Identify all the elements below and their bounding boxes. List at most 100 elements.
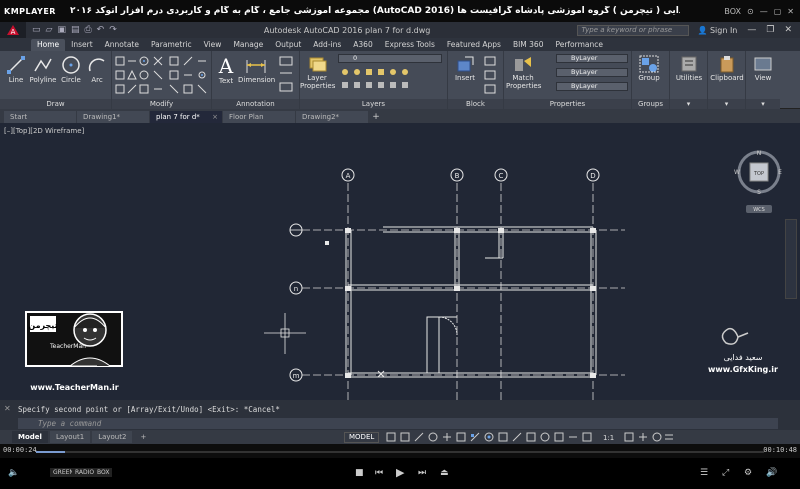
minimize-icon[interactable]: — [747, 25, 756, 35]
volume-icon[interactable]: 🔈 [8, 468, 19, 478]
player-minimize-button[interactable]: — [760, 7, 768, 16]
view-button[interactable]: View [748, 55, 778, 82]
file-tab-drawing1[interactable]: Drawing1* [77, 111, 149, 123]
tab-add-ins[interactable]: Add-ins [307, 39, 347, 51]
clipboard-button[interactable]: Clipboard [710, 55, 744, 82]
layers-panel-title[interactable]: Layers [300, 99, 447, 109]
layout-tab-layout2[interactable]: Layout2 [92, 431, 133, 443]
dimension-icon [246, 60, 266, 73]
file-tab-plan7[interactable]: plan 7 for d* × [150, 111, 222, 123]
tab-manage[interactable]: Manage [227, 39, 269, 51]
file-tab-floor-plan-sample[interactable]: Floor Plan Sample* [223, 111, 295, 133]
tab-bim360[interactable]: BIM 360 [507, 39, 550, 51]
layout-tab-layout1[interactable]: Layout1 [49, 431, 91, 443]
saveas-icon[interactable]: ▤ [71, 25, 80, 35]
player-box-button[interactable]: BOX [724, 7, 741, 16]
drawing-canvas[interactable]: [–][Top][2D Wireframe] A B C D n m TOP N… [0, 123, 800, 400]
open-icon[interactable]: ▱ [46, 25, 53, 35]
previous-icon[interactable]: ⏮ [375, 468, 383, 478]
tab-express-tools[interactable]: Express Tools [379, 39, 441, 51]
navigation-bar[interactable] [785, 219, 797, 299]
line-button[interactable]: Line [3, 55, 29, 84]
properties-panel-title[interactable]: Properties [504, 99, 631, 109]
tab-insert[interactable]: Insert [65, 39, 99, 51]
view-dropdown[interactable]: ▾ [746, 99, 780, 109]
undo-icon[interactable]: ↶ [97, 25, 105, 35]
restore-icon[interactable]: ❐ [766, 25, 774, 35]
insert-button[interactable]: Insert [452, 55, 478, 82]
block-panel-title[interactable]: Block [448, 99, 503, 109]
arc-button[interactable]: Arc [84, 55, 110, 84]
layer-properties-button[interactable]: Layer Properties [300, 55, 335, 90]
application-menu-button[interactable]: A [0, 22, 26, 38]
draw-panel-title[interactable]: Draw [0, 99, 111, 109]
group-button[interactable]: Group [634, 55, 664, 82]
tab-view[interactable]: View [198, 39, 228, 51]
clipboard-label: Clipboard [710, 74, 744, 82]
block-tool-icons[interactable] [482, 55, 500, 95]
utilities-dropdown[interactable]: ▾ [670, 99, 707, 109]
linetype-dropdown[interactable]: ByLayer [556, 68, 628, 77]
close-icon[interactable]: ✕ [784, 25, 792, 35]
viewcube[interactable]: TOP N S E W WCS [734, 147, 784, 217]
command-input[interactable]: Type a command [18, 418, 778, 429]
next-icon[interactable]: ⏭ [418, 468, 426, 478]
annotation-tool-icons[interactable] [278, 55, 296, 95]
print-icon[interactable]: ⎙ [84, 25, 91, 35]
mute-icon[interactable]: 🔊 [766, 468, 777, 478]
new-icon[interactable]: ▭ [32, 25, 41, 35]
tab-performance[interactable]: Performance [549, 39, 609, 51]
viewcube-north: N [757, 150, 762, 157]
annotation-panel-title[interactable]: Annotation [212, 99, 299, 109]
view-icon [754, 57, 772, 71]
match-properties-button[interactable]: Match Properties [506, 55, 541, 90]
utilities-label: Utilities [675, 74, 703, 82]
tab-output[interactable]: Output [269, 39, 307, 51]
player-maximize-button[interactable]: ▢ [774, 7, 782, 16]
redo-icon[interactable]: ↷ [109, 25, 117, 35]
fullscreen-icon[interactable]: ⤢ [722, 468, 729, 478]
save-icon[interactable]: ▣ [57, 25, 66, 35]
modify-panel-title[interactable]: Modify [112, 99, 211, 109]
tab-parametric[interactable]: Parametric [145, 39, 198, 51]
tab-home[interactable]: Home [31, 39, 66, 51]
eject-icon[interactable]: ⏏ [440, 468, 449, 478]
play-icon[interactable]: ▶ [396, 466, 404, 479]
stop-icon[interactable]: ■ [355, 468, 364, 478]
drafting-toggle-icons[interactable]: 1:1 [385, 431, 675, 443]
layer-dropdown[interactable]: 0 [338, 54, 442, 63]
lineweight-dropdown[interactable]: ByLayer [556, 82, 628, 91]
circle-button[interactable]: Circle [58, 55, 84, 84]
tab-annotate[interactable]: Annotate [99, 39, 145, 51]
player-top-bar: KMPLAYER مجموعه آموزشی جامع ، گام به گام… [0, 0, 800, 22]
search-input[interactable]: Type a keyword or phrase [577, 24, 690, 36]
playlist-icon[interactable]: ☰ [700, 468, 708, 478]
seek-bar[interactable] [36, 451, 764, 453]
tab-featured-apps[interactable]: Featured Apps [441, 39, 507, 51]
player-settings-gear-icon[interactable]: ⚙ [744, 468, 752, 478]
player-settings-icon[interactable]: ⊙ [747, 7, 754, 16]
file-tab-drawing2[interactable]: Drawing2* [296, 111, 368, 123]
file-tab-start[interactable]: Start [4, 111, 76, 123]
dimension-button[interactable]: Dimension [238, 55, 275, 84]
box-button[interactable]: BOX [94, 468, 113, 477]
command-close-icon[interactable]: ✕ [4, 404, 11, 413]
tab-a360[interactable]: A360 [347, 39, 378, 51]
polyline-button[interactable]: Polyline [28, 55, 58, 84]
model-space-toggle[interactable]: MODEL [344, 431, 380, 443]
new-tab-button[interactable]: + [369, 111, 383, 123]
clipboard-dropdown[interactable]: ▾ [708, 99, 745, 109]
modify-tool-icons[interactable] [114, 55, 210, 97]
elapsed-time: 00:00:24 [3, 446, 37, 454]
gfxking-watermark: سعید فدایی www.GfxKing.ir [708, 323, 778, 383]
groups-panel-title[interactable]: Groups [632, 99, 669, 109]
layout-tab-model[interactable]: Model [12, 431, 48, 443]
sign-in-button[interactable]: 👤 Sign In [697, 26, 737, 35]
text-button[interactable]: A Text [214, 54, 238, 85]
add-layout-button[interactable]: + [134, 431, 152, 443]
layer-tool-icons[interactable] [340, 67, 444, 93]
utilities-button[interactable]: Utilities [672, 55, 706, 82]
player-close-button[interactable]: ✕ [787, 7, 794, 16]
close-tab-icon[interactable]: × [212, 111, 218, 123]
color-dropdown[interactable]: ByLayer [556, 54, 628, 63]
